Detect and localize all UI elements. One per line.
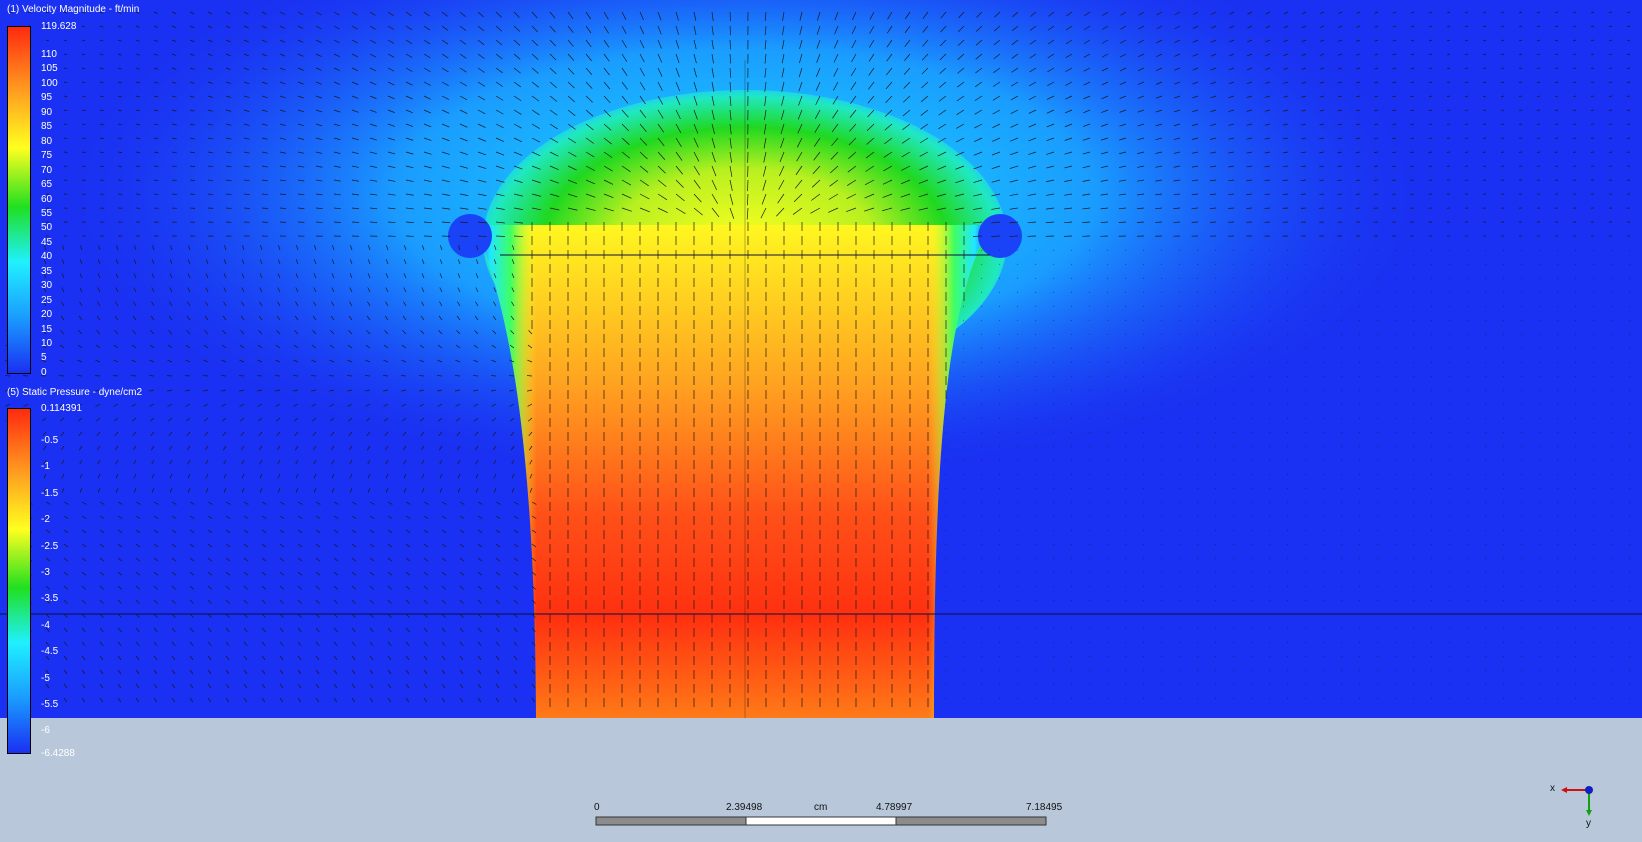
triad-y-label: y bbox=[1586, 818, 1591, 829]
scale-unit: cm bbox=[814, 802, 828, 813]
pressure-legend-tick: -1.5 bbox=[41, 487, 59, 499]
scale-label-2: 4.78997 bbox=[876, 802, 913, 813]
scale-label-0: 0 bbox=[594, 802, 600, 813]
pressure-legend-tick: -3.5 bbox=[41, 593, 59, 605]
pressure-legend-tick: -0.5 bbox=[41, 435, 59, 446]
pressure-legend-tick: -2.5 bbox=[41, 540, 59, 552]
velocity-legend-tick: 105 bbox=[41, 63, 58, 75]
pressure-legend-tick: -4.5 bbox=[41, 646, 59, 658]
velocity-legend-tick: 40 bbox=[41, 251, 53, 263]
velocity-legend-tick: 20 bbox=[41, 309, 53, 321]
velocity-legend-tick: 50 bbox=[41, 222, 53, 234]
pressure-legend-tick: -1 bbox=[41, 461, 50, 473]
pressure-legend-tick: -5 bbox=[41, 672, 50, 684]
velocity-legend-max: 119.628 bbox=[41, 21, 77, 32]
velocity-legend-tick: 60 bbox=[41, 193, 53, 205]
pressure-legend-tick: -4 bbox=[41, 619, 50, 631]
velocity-legend-tick: 70 bbox=[41, 164, 53, 176]
pressure-legend-tick: -3 bbox=[41, 567, 50, 578]
velocity-legend-tick: 90 bbox=[41, 106, 53, 118]
pressure-legend-tick: -6 bbox=[41, 725, 50, 737]
velocity-legend-tick: 110 bbox=[41, 49, 57, 60]
axis-triad-icon[interactable]: x y bbox=[1545, 780, 1595, 830]
velocity-legend-tick: 100 bbox=[41, 77, 58, 89]
pressure-legend-title: (5) Static Pressure - dyne/cm2 bbox=[7, 387, 143, 398]
velocity-legend-tick: 95 bbox=[41, 92, 53, 104]
velocity-field bbox=[0, 0, 1642, 842]
pressure-legend-min: -6.4288 bbox=[41, 748, 75, 759]
velocity-legend-tick: 55 bbox=[41, 207, 53, 219]
pressure-legend-tick: -5.5 bbox=[41, 699, 59, 710]
velocity-vector bbox=[1482, 123, 1487, 125]
velocity-legend-title: (1) Velocity Magnitude - ft/min bbox=[7, 4, 140, 15]
cfd-viewport[interactable]: (1) Velocity Magnitude - ft/min 119.628 … bbox=[0, 0, 1642, 842]
velocity-legend-tick: 5 bbox=[41, 352, 47, 364]
velocity-legend-tick: 45 bbox=[41, 236, 53, 248]
triad-x-label: x bbox=[1550, 783, 1555, 794]
velocity-legend-tick: 0 bbox=[41, 366, 47, 378]
velocity-legend-tick: 75 bbox=[41, 150, 53, 162]
pressure-legend-tick: -2 bbox=[41, 514, 50, 526]
velocity-legend-tick: 10 bbox=[41, 338, 53, 349]
velocity-legend-tick: 80 bbox=[41, 135, 53, 147]
velocity-legend-tick: 30 bbox=[41, 280, 53, 292]
scale-label-3: 7.18495 bbox=[1026, 802, 1063, 813]
velocity-color-bar bbox=[7, 26, 31, 374]
pressure-legend-max: 0.114391 bbox=[41, 403, 82, 414]
velocity-legend-tick: 85 bbox=[41, 121, 53, 133]
velocity-legend-tick: 25 bbox=[41, 294, 53, 306]
velocity-legend-tick: 35 bbox=[41, 265, 53, 277]
pressure-color-bar bbox=[7, 408, 31, 754]
velocity-legend-tick: 65 bbox=[41, 179, 53, 191]
velocity-legend-tick: 15 bbox=[41, 323, 53, 335]
scale-label-1: 2.39498 bbox=[726, 802, 763, 813]
